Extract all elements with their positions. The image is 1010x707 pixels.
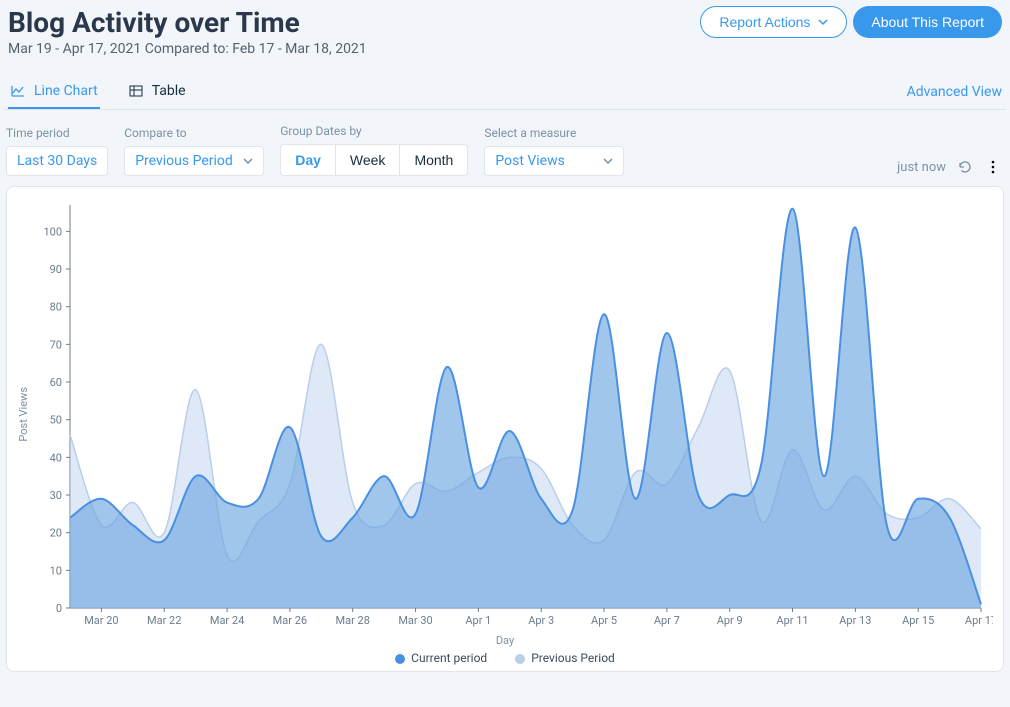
group-dates-label: Group Dates by <box>280 124 468 138</box>
tab-table-label: Table <box>152 83 186 99</box>
svg-text:Mar 26: Mar 26 <box>273 614 307 627</box>
svg-text:0: 0 <box>56 602 62 615</box>
svg-text:40: 40 <box>50 451 62 464</box>
table-icon <box>128 83 144 99</box>
svg-text:Apr 11: Apr 11 <box>776 614 808 627</box>
more-options-button[interactable] <box>984 158 1002 176</box>
svg-text:10: 10 <box>50 564 62 577</box>
svg-text:20: 20 <box>50 527 62 540</box>
svg-text:70: 70 <box>50 338 62 351</box>
report-actions-button[interactable]: Report Actions <box>700 6 847 38</box>
x-axis-title: Day <box>17 634 993 647</box>
advanced-view-link[interactable]: Advanced View <box>907 84 1002 100</box>
svg-text:50: 50 <box>50 414 62 427</box>
tab-line-chart[interactable]: Line Chart <box>8 75 100 109</box>
about-report-label: About This Report <box>871 14 984 30</box>
date-range-subtitle: Mar 19 - Apr 17, 2021 Compared to: Feb 1… <box>8 41 367 57</box>
svg-text:Mar 22: Mar 22 <box>147 614 181 627</box>
svg-text:90: 90 <box>50 263 62 276</box>
about-report-button[interactable]: About This Report <box>853 6 1002 38</box>
svg-text:Mar 20: Mar 20 <box>84 614 118 627</box>
svg-text:Apr 9: Apr 9 <box>717 614 743 627</box>
time-period-label: Time period <box>6 126 108 140</box>
tab-table[interactable]: Table <box>126 75 188 109</box>
chevron-down-icon <box>818 17 828 27</box>
svg-text:80: 80 <box>50 301 62 314</box>
svg-text:Apr 15: Apr 15 <box>902 614 934 627</box>
line-chart-icon <box>10 83 26 99</box>
group-dates-segment: Day Week Month <box>280 144 468 176</box>
group-week-button[interactable]: Week <box>335 145 400 175</box>
svg-text:Apr 13: Apr 13 <box>839 614 871 627</box>
last-updated-text: just now <box>897 160 946 175</box>
group-day-button[interactable]: Day <box>281 145 335 175</box>
compare-to-selector[interactable]: Previous Period <box>124 146 264 176</box>
measure-selector[interactable]: Post Views <box>484 146 624 176</box>
svg-text:60: 60 <box>50 376 62 389</box>
legend-current: Current period <box>395 651 487 665</box>
svg-text:Apr 1: Apr 1 <box>465 614 491 627</box>
svg-text:Mar 28: Mar 28 <box>336 614 370 627</box>
svg-text:Apr 3: Apr 3 <box>528 614 554 627</box>
svg-text:Apr 5: Apr 5 <box>591 614 617 627</box>
svg-text:Mar 30: Mar 30 <box>398 614 432 627</box>
y-axis-title: Post Views <box>17 387 30 442</box>
svg-text:30: 30 <box>50 489 62 502</box>
chart-card: Post Views 0 10 20 30 40 50 60 70 80 90 100 Mar 20 M… <box>6 186 1004 672</box>
chevron-down-icon <box>603 156 613 166</box>
measure-value: Post Views <box>495 153 565 169</box>
page-title: Blog Activity over Time <box>8 6 367 39</box>
svg-text:Apr 17: Apr 17 <box>965 614 993 627</box>
time-period-selector[interactable]: Last 30 Days <box>6 146 108 176</box>
svg-text:100: 100 <box>43 225 62 238</box>
svg-text:Apr 7: Apr 7 <box>654 614 680 627</box>
chevron-down-icon <box>243 156 253 166</box>
group-month-button[interactable]: Month <box>399 145 467 175</box>
svg-text:Mar 24: Mar 24 <box>210 614 244 627</box>
tab-line-chart-label: Line Chart <box>34 83 98 99</box>
report-actions-label: Report Actions <box>719 14 810 30</box>
refresh-button[interactable] <box>956 158 974 176</box>
legend-previous: Previous Period <box>515 651 615 665</box>
measure-label: Select a measure <box>484 126 624 140</box>
compare-to-label: Compare to <box>124 126 264 140</box>
chart-plot[interactable]: 0 10 20 30 40 50 60 70 80 90 100 Mar 20 Mar 22 Mar 24… <box>32 197 993 632</box>
chart-legend: Current period Previous Period <box>17 651 993 665</box>
compare-to-value: Previous Period <box>135 153 233 169</box>
